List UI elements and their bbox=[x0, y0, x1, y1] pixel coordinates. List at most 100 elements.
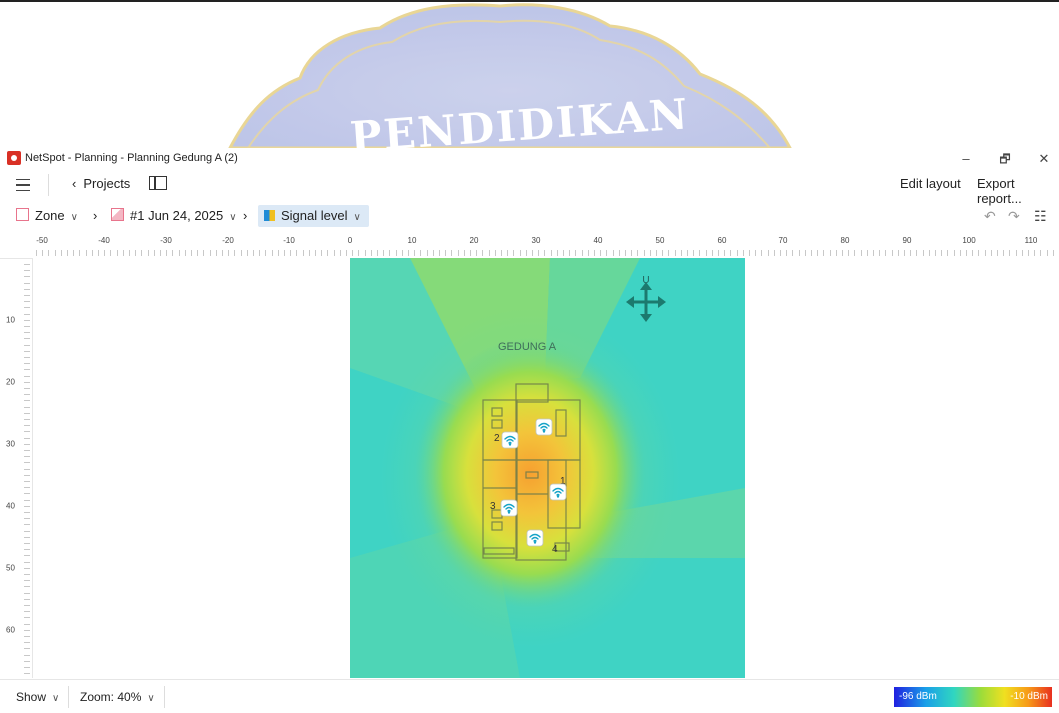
restore-button[interactable]: 🗗 bbox=[993, 150, 1017, 168]
edit-layout-button[interactable]: Edit layout bbox=[900, 176, 961, 191]
ruler-tick bbox=[24, 549, 30, 550]
netspot-app-icon bbox=[7, 151, 21, 165]
ruler-tick bbox=[780, 250, 781, 256]
ruler-tick bbox=[1034, 250, 1035, 256]
ruler-tick bbox=[383, 250, 384, 256]
legend-min-label: -96 dBm bbox=[899, 691, 937, 702]
ruler-tick bbox=[179, 250, 180, 256]
undo-icon[interactable]: ↶ bbox=[984, 208, 996, 225]
ruler-x-label: 60 bbox=[717, 236, 727, 245]
snapshot-selector[interactable]: #1 Jun 24, 2025 ∨ bbox=[111, 208, 237, 223]
visualization-selector[interactable]: Signal level ∨ bbox=[258, 205, 369, 227]
ruler-tick bbox=[61, 250, 62, 256]
ruler-tick bbox=[24, 320, 30, 321]
ruler-tick bbox=[24, 586, 30, 587]
ruler-tick bbox=[24, 289, 30, 290]
ruler-tick bbox=[836, 250, 837, 256]
show-dropdown[interactable]: Show ∨ bbox=[16, 690, 59, 704]
room-label: 3 bbox=[490, 501, 496, 512]
hamburger-menu-icon[interactable] bbox=[16, 179, 30, 191]
ruler-tick bbox=[98, 250, 99, 256]
ruler-tick bbox=[265, 250, 266, 256]
filters-icon[interactable]: ☷ bbox=[1034, 208, 1047, 225]
ruler-x-label: 90 bbox=[902, 236, 912, 245]
ruler-tick bbox=[675, 250, 676, 256]
zoom-dropdown[interactable]: Zoom: 40% ∨ bbox=[80, 690, 155, 704]
ruler-tick bbox=[563, 250, 564, 256]
ruler-tick bbox=[24, 276, 30, 277]
ruler-tick bbox=[799, 250, 800, 256]
close-button[interactable]: ✕ bbox=[1032, 150, 1056, 168]
ruler-tick bbox=[557, 250, 558, 256]
ruler-tick bbox=[923, 250, 924, 256]
ruler-tick bbox=[544, 250, 545, 256]
ruler-tick bbox=[296, 250, 297, 256]
ruler-tick bbox=[681, 250, 682, 256]
ruler-tick bbox=[972, 250, 973, 256]
ruler-tick bbox=[495, 250, 496, 256]
chevron-down-icon: ∨ bbox=[353, 212, 361, 223]
access-point-marker[interactable] bbox=[500, 499, 518, 517]
zone-selector[interactable]: Zone ∨ bbox=[16, 208, 78, 223]
ruler-tick bbox=[650, 250, 651, 256]
ruler-tick bbox=[873, 250, 874, 256]
heatmap-hotspot bbox=[415, 338, 645, 608]
ruler-x-label: 50 bbox=[655, 236, 665, 245]
ruler-tick bbox=[24, 301, 30, 302]
chevron-down-icon: ∨ bbox=[229, 212, 237, 223]
ruler-y-label: 30 bbox=[6, 439, 15, 449]
redo-icon[interactable]: ↷ bbox=[1008, 208, 1020, 225]
access-point-marker[interactable] bbox=[535, 418, 553, 436]
ruler-tick bbox=[67, 250, 68, 256]
ruler-tick bbox=[861, 250, 862, 256]
ruler-tick bbox=[389, 250, 390, 256]
ruler-tick bbox=[24, 326, 30, 327]
document-banner: PENDIDIKAN bbox=[0, 0, 1059, 148]
ruler-tick bbox=[594, 250, 595, 256]
ruler-tick bbox=[1053, 250, 1054, 256]
ruler-tick bbox=[24, 630, 30, 631]
ruler-tick bbox=[644, 250, 645, 256]
university-seal-watermark: PENDIDIKAN bbox=[228, 3, 792, 148]
projects-back-button[interactable]: ‹ Projects bbox=[72, 176, 130, 191]
ruler-tick bbox=[768, 250, 769, 256]
ruler-tick bbox=[1009, 250, 1010, 256]
sidebar-toggle-icon[interactable] bbox=[149, 176, 167, 190]
ruler-tick bbox=[24, 562, 30, 563]
ruler-tick bbox=[234, 250, 235, 256]
ruler-tick bbox=[315, 250, 316, 256]
access-point-marker[interactable] bbox=[526, 529, 544, 547]
ruler-tick bbox=[24, 295, 30, 296]
ruler-tick bbox=[396, 250, 397, 256]
ruler-tick bbox=[321, 250, 322, 256]
ruler-tick bbox=[420, 250, 421, 256]
ruler-tick bbox=[24, 667, 30, 668]
window-title: NetSpot - Planning - Planning Gedung A (… bbox=[25, 152, 238, 164]
ruler-tick bbox=[1016, 250, 1017, 256]
access-point-marker[interactable] bbox=[501, 431, 519, 449]
signal-legend-bar: -96 dBm -10 dBm bbox=[894, 687, 1052, 707]
ruler-tick bbox=[954, 250, 955, 256]
ruler-tick bbox=[662, 250, 663, 256]
ruler-x-label: 0 bbox=[347, 236, 353, 245]
ruler-tick bbox=[272, 250, 273, 256]
ruler-tick bbox=[997, 250, 998, 256]
ruler-tick bbox=[792, 250, 793, 256]
minimize-button[interactable]: – bbox=[954, 150, 978, 168]
ruler-tick bbox=[24, 357, 30, 358]
ruler-tick bbox=[222, 250, 223, 256]
ruler-tick bbox=[141, 250, 142, 256]
ruler-tick bbox=[352, 250, 353, 256]
ruler-tick bbox=[24, 388, 30, 389]
ruler-x-label: 70 bbox=[778, 236, 788, 245]
ruler-tick bbox=[284, 250, 285, 256]
signal-heatmap[interactable]: GEDUNG A 2 1 3 4 U bbox=[350, 258, 745, 678]
access-point-marker[interactable] bbox=[549, 483, 567, 501]
ruler-tick bbox=[929, 250, 930, 256]
ruler-tick bbox=[24, 462, 30, 463]
ruler-tick bbox=[24, 481, 30, 482]
ruler-tick bbox=[24, 555, 30, 556]
ruler-tick bbox=[24, 624, 30, 625]
map-canvas[interactable]: GEDUNG A 2 1 3 4 U bbox=[33, 258, 1059, 678]
ruler-tick bbox=[110, 250, 111, 256]
